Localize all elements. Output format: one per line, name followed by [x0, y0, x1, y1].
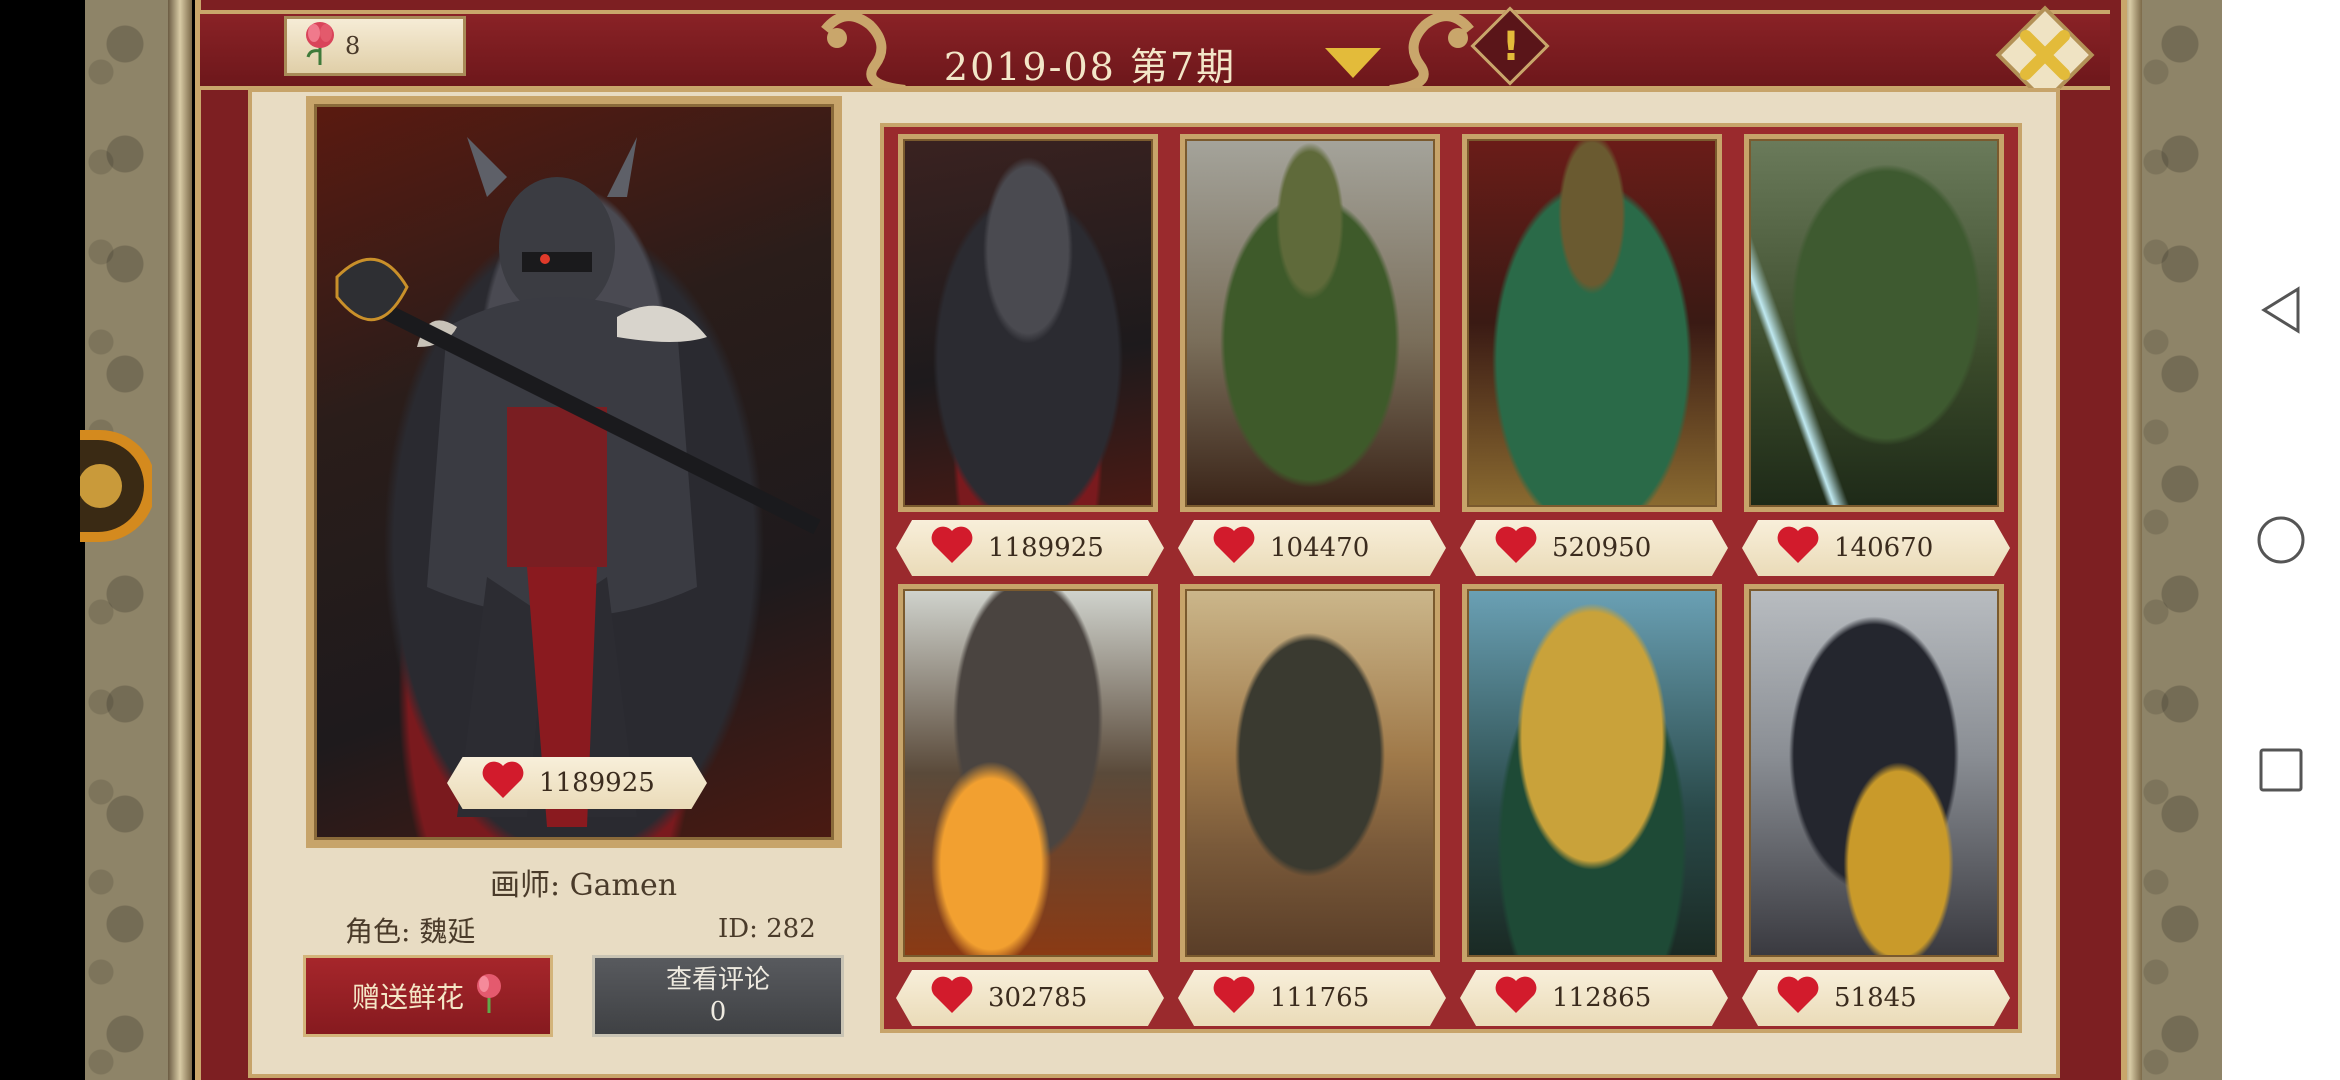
- entry-like-count: 51845: [1834, 983, 1917, 1013]
- side-menu-medallion[interactable]: [78, 430, 156, 542]
- gift-flower-label: 赠送鲜花: [351, 981, 464, 1014]
- gift-flower-button[interactable]: 赠送鲜花: [303, 955, 553, 1037]
- entry-like-badge[interactable]: 51845: [1742, 970, 2010, 1026]
- back-button[interactable]: [2256, 285, 2306, 335]
- heart-icon: [930, 975, 974, 1022]
- flower-icon: [303, 21, 337, 71]
- heart-icon: [481, 760, 525, 807]
- id-label: ID: 282: [718, 914, 816, 944]
- featured-like-badge[interactable]: 1189925: [447, 757, 707, 809]
- heart-icon: [1776, 525, 1820, 572]
- entry-card[interactable]: [1744, 134, 2004, 512]
- entry-like-count: 1189925: [988, 533, 1104, 563]
- period-title: 2019-08 第7期: [943, 44, 1237, 89]
- entry-like-badge[interactable]: 1189925: [896, 520, 1164, 576]
- entry-like-count: 520950: [1552, 533, 1652, 563]
- heart-icon: [1212, 525, 1256, 572]
- entry-art: [1185, 139, 1435, 507]
- featured-portrait-frame: 1189925: [306, 96, 842, 848]
- featured-portrait[interactable]: 1189925: [314, 104, 834, 840]
- entry-art: [903, 139, 1153, 507]
- entry-art: [1185, 589, 1435, 957]
- entry-like-badge[interactable]: 520950: [1460, 520, 1728, 576]
- entry-card[interactable]: [1180, 134, 1440, 512]
- flower-icon: [474, 973, 504, 1020]
- entry-like-count: 112865: [1552, 983, 1652, 1013]
- right-decor-band: [2140, 0, 2225, 1080]
- entry-art: [1749, 589, 1999, 957]
- recents-icon: [2259, 748, 2303, 792]
- entry-like-badge[interactable]: 111765: [1178, 970, 1446, 1026]
- entry-like-badge[interactable]: 140670: [1742, 520, 2010, 576]
- view-comments-button[interactable]: 查看评论 0: [592, 955, 844, 1037]
- entry-like-count: 302785: [988, 983, 1088, 1013]
- entry-art: [903, 589, 1153, 957]
- left-gold-rail: [168, 0, 192, 1080]
- entry-like-badge[interactable]: 112865: [1460, 970, 1728, 1026]
- home-button[interactable]: [2256, 515, 2306, 565]
- entry-like-count: 111765: [1270, 983, 1370, 1013]
- entry-card[interactable]: [898, 134, 1158, 512]
- role-label: 角色: 魏延: [345, 915, 476, 948]
- entry-card[interactable]: [1180, 584, 1440, 962]
- heart-icon: [1494, 975, 1538, 1022]
- flower-count: 8: [345, 32, 361, 60]
- entry-art: [1749, 139, 1999, 507]
- heart-icon: [1212, 975, 1256, 1022]
- entry-card[interactable]: [1744, 584, 2004, 962]
- heart-icon: [930, 525, 974, 572]
- heart-icon: [1776, 975, 1820, 1022]
- entry-card[interactable]: [898, 584, 1158, 962]
- view-comments-label: 查看评论: [665, 964, 770, 995]
- entry-art: [1467, 139, 1717, 507]
- flower-counter: 8: [284, 16, 466, 76]
- heart-icon: [1494, 525, 1538, 572]
- featured-warrior-art: [335, 137, 821, 827]
- entry-like-count: 140670: [1834, 533, 1934, 563]
- dropdown-arrow-icon[interactable]: [1325, 48, 1381, 78]
- back-icon: [2261, 286, 2300, 334]
- featured-like-count: 1189925: [539, 768, 655, 798]
- recents-button[interactable]: [2256, 745, 2306, 795]
- comments-count: 0: [709, 997, 727, 1027]
- home-icon: [2257, 516, 2305, 564]
- entry-card[interactable]: [1462, 134, 1722, 512]
- entry-like-count: 104470: [1270, 533, 1370, 563]
- info-icon: !: [1501, 24, 1521, 70]
- entry-like-badge[interactable]: 302785: [896, 970, 1164, 1026]
- entry-art: [1467, 589, 1717, 957]
- entry-like-badge[interactable]: 104470: [1178, 520, 1446, 576]
- artist-label: 画师: Gamen: [490, 868, 678, 903]
- entry-card[interactable]: [1462, 584, 1722, 962]
